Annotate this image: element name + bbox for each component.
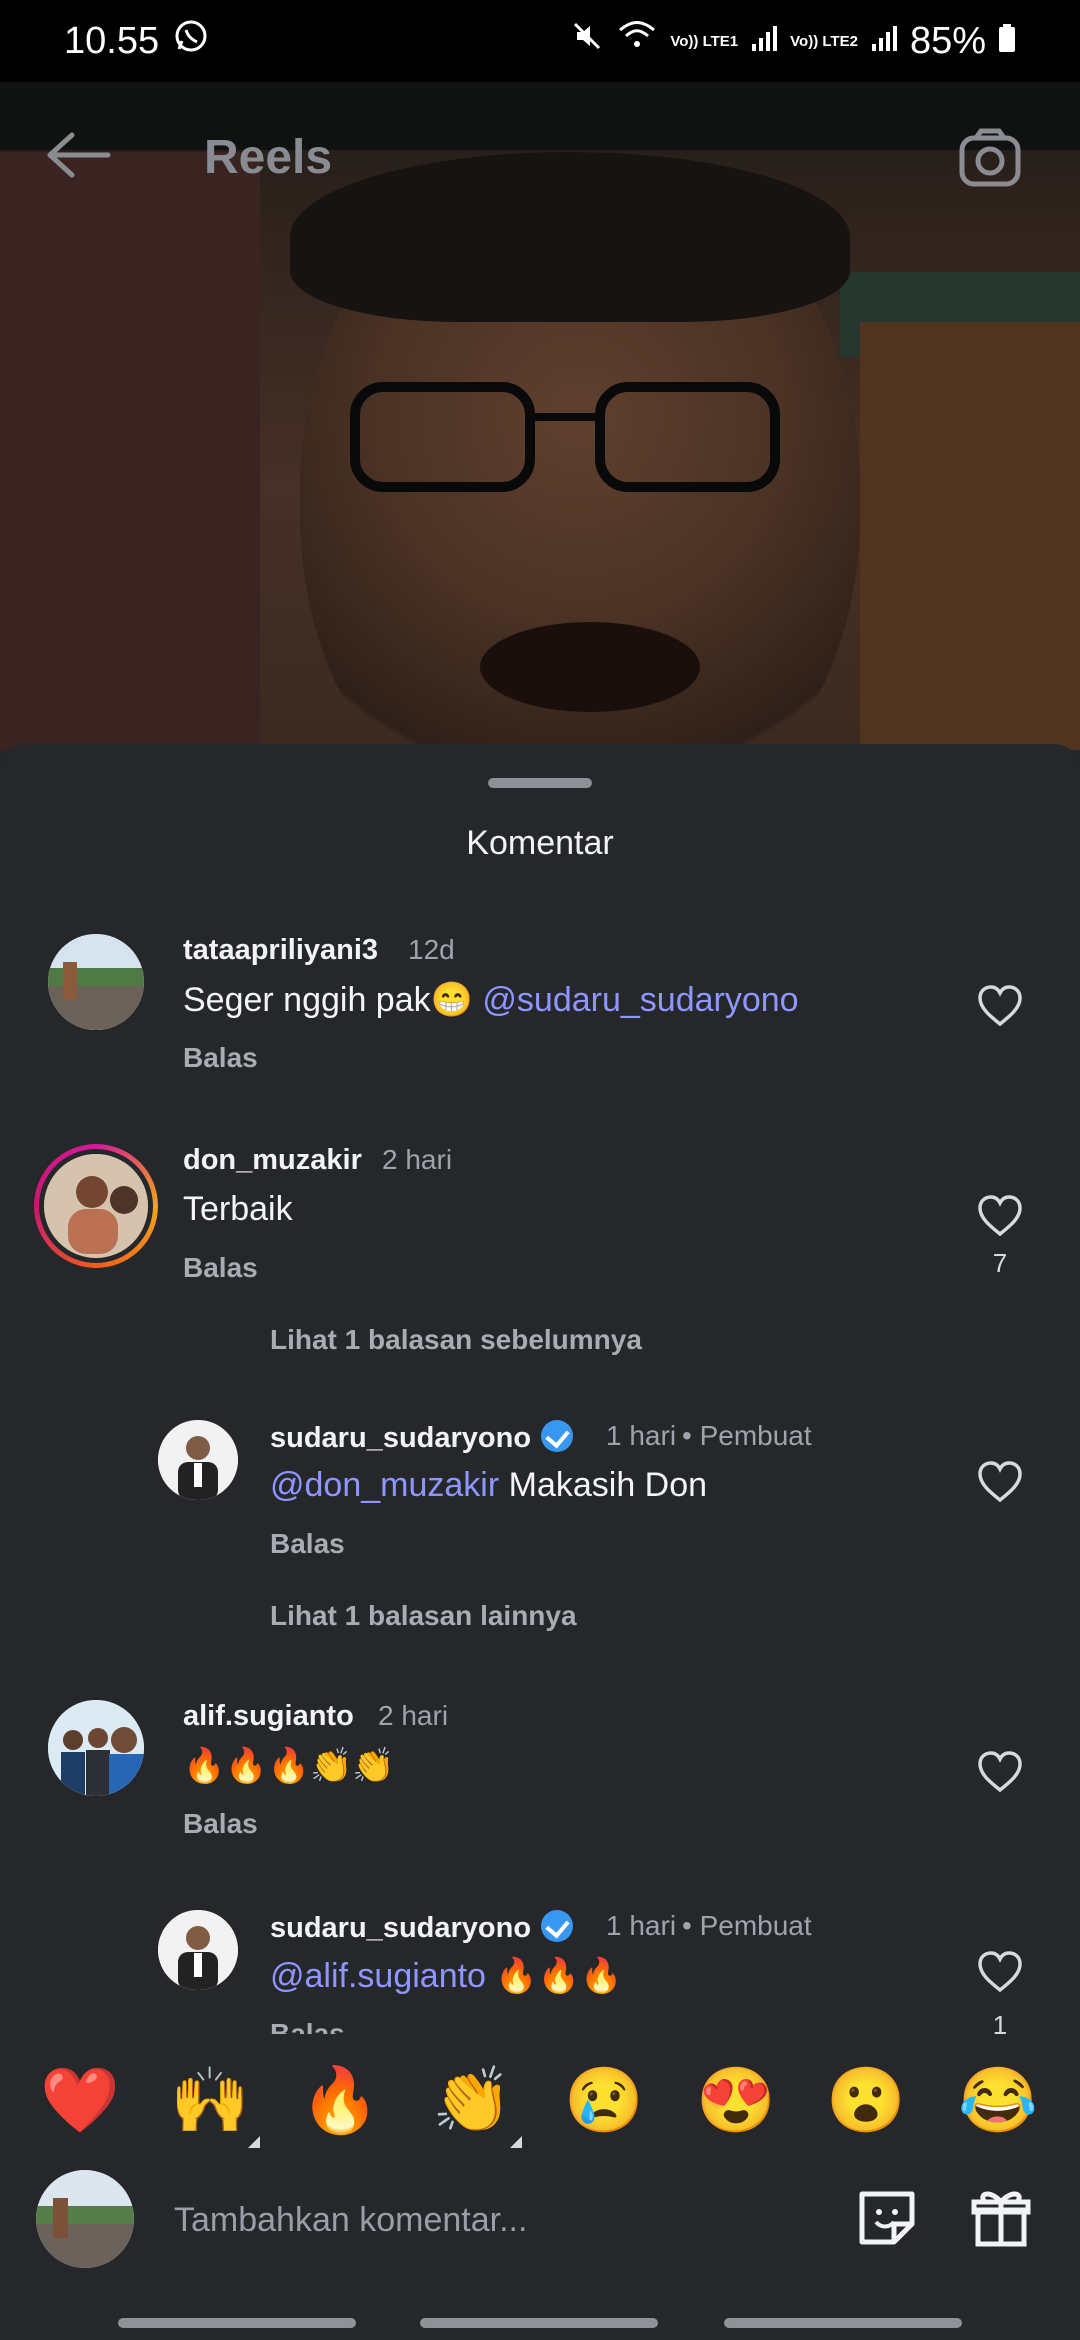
video-glasses <box>350 382 780 492</box>
signal1-icon <box>750 20 778 63</box>
avatar-photo <box>158 1910 238 1990</box>
emoji-reaction-raising-hands[interactable]: 🙌 <box>170 2064 250 2136</box>
gift-icon[interactable] <box>966 2182 1036 2252</box>
view-previous-replies[interactable]: Lihat 1 balasan sebelumnya <box>270 1324 642 1356</box>
comment-input[interactable] <box>172 2186 776 2254</box>
sim2-label: Vo)) LTE2 <box>790 32 858 50</box>
nav-recents-indicator[interactable] <box>118 2318 356 2328</box>
avatar[interactable] <box>48 934 144 1030</box>
heart-icon[interactable] <box>976 1194 1024 1238</box>
heart-icon[interactable] <box>976 1460 1024 1504</box>
mention-link[interactable]: @sudaru_sudaryono <box>482 981 798 1019</box>
sticker-icon[interactable] <box>852 2182 922 2252</box>
comment-body: Seger nggih pak😁 <box>183 981 473 1019</box>
author-tag: • Pembuat <box>682 1420 812 1451</box>
comment-text: Seger nggih pak😁 @sudaru_sudaryono <box>183 980 799 1020</box>
avatar-photo <box>44 1154 148 1258</box>
status-bar: 10.55 Vo)) LTE1 Vo)) LTE2 85% <box>0 0 1080 82</box>
comment-body: Makasih Don <box>499 1466 708 1504</box>
whatsapp-icon <box>173 18 209 64</box>
avatar-photo <box>48 934 144 1030</box>
heart-icon[interactable] <box>976 1950 1024 1994</box>
wifi-icon <box>616 19 658 63</box>
camera-icon[interactable] <box>958 126 1022 190</box>
avatar[interactable] <box>158 1910 238 1990</box>
skin-tone-corner <box>510 2136 522 2148</box>
skin-tone-corner <box>248 2136 260 2148</box>
avatar-photo <box>36 2170 134 2268</box>
mention-link[interactable]: @alif.sugianto <box>270 1957 486 1995</box>
comment-time: 1 hari <box>606 1420 677 1451</box>
emoji-reaction-surprised[interactable]: 😮 <box>826 2064 906 2136</box>
username-text: sudaru_sudaryono <box>270 1422 532 1454</box>
page-title: Reels <box>204 131 333 184</box>
comment-time: 1 hari <box>606 1910 677 1941</box>
username-text: sudaru_sudaryono <box>270 1912 532 1944</box>
video-cabinet <box>860 322 1080 750</box>
verified-badge-icon <box>541 1420 574 1452</box>
sheet-title: Komentar <box>466 824 614 862</box>
like-count: 7 <box>992 1248 1008 1278</box>
android-navigation-bar <box>0 2290 1080 2340</box>
avatar <box>44 1154 148 1258</box>
comment-username[interactable]: tataapriliyani3 <box>183 934 378 967</box>
avatar-photo <box>158 1420 238 1500</box>
comment-text: @alif.sugianto 🔥🔥🔥 <box>270 1956 622 1996</box>
comment-username[interactable]: sudaru_sudaryono <box>270 1910 574 1945</box>
view-more-replies[interactable]: Lihat 1 balasan lainnya <box>270 1600 577 1632</box>
clock: 10.55 <box>64 19 160 62</box>
comment-composer <box>0 2170 1080 2290</box>
status-right: Vo)) LTE1 Vo)) LTE2 85% <box>570 19 1016 63</box>
battery-text: 85% <box>909 19 986 62</box>
video-wall-left <box>0 152 260 750</box>
mention-link[interactable]: @don_muzakir <box>270 1466 499 1504</box>
nav-back-indicator[interactable] <box>724 2318 962 2328</box>
emoji-reaction-clap[interactable]: 👏 <box>432 2064 512 2136</box>
back-arrow-icon[interactable] <box>44 130 114 180</box>
verified-badge-icon <box>541 1910 574 1942</box>
reply-button[interactable]: Balas <box>183 1808 258 1840</box>
comment-time: 2 hari <box>382 1144 453 1175</box>
comment-username[interactable]: don_muzakir <box>183 1144 362 1177</box>
my-avatar <box>36 2170 134 2268</box>
like-count: 1 <box>992 2010 1008 2034</box>
mute-icon <box>570 19 604 63</box>
avatar[interactable] <box>48 1700 144 1796</box>
comment-username[interactable]: alif.sugianto <box>183 1700 354 1733</box>
comment-time: 12d <box>408 934 455 965</box>
author-tag: • Pembuat <box>682 1910 812 1941</box>
comment-body: 🔥🔥🔥 <box>485 1957 623 1995</box>
emoji-reaction-laughing[interactable]: 😂 <box>958 2064 1038 2136</box>
heart-icon[interactable] <box>976 984 1024 1028</box>
emoji-reaction-crying[interactable]: 😢 <box>564 2064 644 2136</box>
comment-text: @don_muzakir Makasih Don <box>270 1466 707 1505</box>
header: Reels <box>0 110 1080 200</box>
emoji-reaction-heart[interactable]: ❤️ <box>40 2064 120 2136</box>
avatar-photo <box>48 1700 144 1796</box>
reply-button[interactable]: Balas <box>183 1042 258 1074</box>
comment-text: Terbaik <box>183 1190 293 1228</box>
comment-5-reply: sudaru_sudaryono 1 hari • Pembuat @alif.… <box>0 1910 1080 2034</box>
sheet-handle[interactable] <box>488 778 592 788</box>
status-left: 10.55 <box>64 18 209 64</box>
avatar-story-ring[interactable] <box>34 1144 158 1268</box>
emoji-reaction-heart-eyes[interactable]: 😍 <box>696 2064 776 2136</box>
nav-home-indicator[interactable] <box>420 2318 658 2328</box>
battery-icon <box>998 20 1016 63</box>
sim1-label: Vo)) LTE1 <box>670 32 739 50</box>
reply-button[interactable]: Balas <box>270 1528 345 1560</box>
heart-icon[interactable] <box>976 1750 1024 1794</box>
signal2-icon <box>870 20 898 63</box>
video-mouth <box>480 622 700 712</box>
quick-emoji-bar: ❤️ 🙌 🔥 👏 😢 😍 😮 😂 <box>0 2034 1080 2170</box>
emoji-reaction-fire[interactable]: 🔥 <box>300 2064 380 2136</box>
reply-button[interactable]: Balas <box>183 1252 258 1284</box>
comment-time: 2 hari <box>378 1700 449 1731</box>
avatar[interactable] <box>158 1420 238 1500</box>
comment-username[interactable]: sudaru_sudaryono <box>270 1420 574 1455</box>
comment-text: 🔥🔥🔥👏👏 <box>183 1747 395 1785</box>
reply-button[interactable]: Balas <box>270 2018 345 2034</box>
